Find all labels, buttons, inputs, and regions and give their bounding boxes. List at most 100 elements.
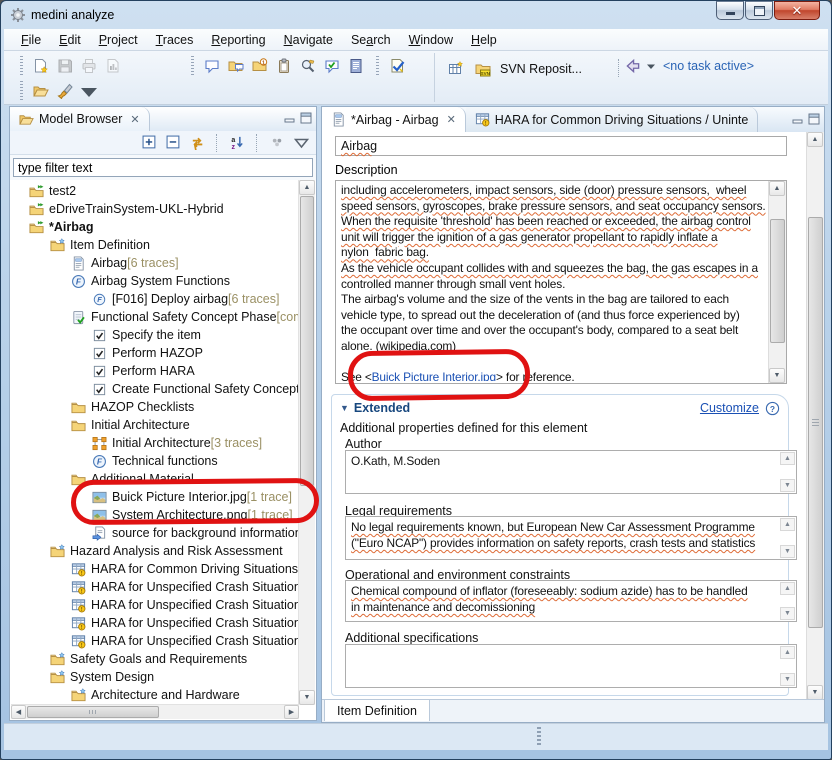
menu-traces[interactable]: Traces — [147, 31, 203, 49]
field-input-author[interactable]: O.Kath, M.Soden▲▼ — [345, 450, 797, 494]
tree-item[interactable]: !HARA for Unspecified Crash Situation — [11, 578, 299, 596]
description-scrollbar-thumb[interactable] — [770, 219, 785, 343]
scroll-down-icon[interactable]: ▼ — [780, 673, 795, 686]
task-check-icon[interactable] — [385, 55, 409, 77]
tree-item[interactable]: !HARA for Unspecified Crash Situation — [11, 632, 299, 650]
buick-picture-link[interactable]: Buick Picture Interior.jpg — [372, 370, 496, 381]
maximize-editor-icon[interactable] — [807, 112, 821, 126]
toolbar-drag-handle[interactable] — [376, 56, 379, 76]
scroll-up-icon[interactable]: ▲ — [780, 646, 795, 659]
task-selector[interactable]: <no task active> — [624, 58, 754, 74]
scroll-down-icon[interactable]: ▼ — [299, 690, 315, 705]
close-button[interactable]: ✕ — [774, 1, 820, 20]
description-scrollbar[interactable]: ▲ ▼ — [768, 181, 786, 383]
scroll-down-icon[interactable]: ▼ — [780, 607, 795, 620]
menu-reporting[interactable]: Reporting — [202, 31, 274, 49]
tree-item[interactable]: Item Definition — [11, 236, 299, 254]
tree-item[interactable]: System Design — [11, 668, 299, 686]
minimize-editor-icon[interactable] — [791, 112, 805, 126]
scroll-up-icon[interactable]: ▲ — [780, 452, 795, 465]
tree-item[interactable]: FTechnical functions — [11, 452, 299, 470]
tree-item[interactable]: Initial Architecture — [11, 416, 299, 434]
tree-item[interactable]: !HARA for Unspecified Crash Situation — [11, 596, 299, 614]
editor-tab[interactable]: *Airbag - Airbag✕ — [322, 107, 466, 132]
dots-menu-icon[interactable] — [266, 133, 288, 153]
tree-item[interactable]: Create Functional Safety Concept — [11, 380, 299, 398]
close-tab-icon[interactable]: ✕ — [447, 113, 456, 126]
report-icon[interactable] — [101, 55, 125, 77]
tree-item[interactable]: Additional Material — [11, 470, 299, 488]
model-browser-tab[interactable]: Model Browser ✕ — [10, 107, 150, 131]
scroll-up-icon[interactable]: ▲ — [299, 180, 315, 195]
filter-input[interactable] — [13, 158, 313, 177]
tree-item[interactable]: !HARA for Common Driving Situations — [11, 560, 299, 578]
scroll-up-icon[interactable]: ▲ — [780, 518, 795, 531]
help-icon[interactable]: ? — [765, 401, 780, 416]
section-collapse-icon[interactable]: ▼ — [340, 403, 349, 413]
minimize-view-icon[interactable] — [283, 111, 297, 125]
tree-item[interactable]: Airbag [6 traces] — [11, 254, 299, 272]
menu-project[interactable]: Project — [90, 31, 147, 49]
tree-item[interactable]: Buick Picture Interior.jpg [1 trace] — [11, 488, 299, 506]
expand-all-icon[interactable] — [138, 133, 160, 153]
clipboard-icon[interactable] — [272, 55, 296, 77]
close-view-icon[interactable]: ✕ — [130, 113, 139, 126]
editor-tab[interactable]: !HARA for Common Driving Situations / Un… — [466, 107, 759, 132]
maximize-view-icon[interactable] — [299, 111, 313, 125]
scroll-left-icon[interactable]: ◀ — [11, 705, 26, 719]
toolbar-drag-handle[interactable] — [20, 81, 23, 101]
save-icon[interactable] — [53, 55, 77, 77]
minimize-button[interactable] — [716, 1, 744, 20]
menu-file[interactable]: File — [12, 31, 50, 49]
comment-check-icon[interactable] — [320, 55, 344, 77]
tree-item[interactable]: Hazard Analysis and Risk Assessment — [11, 542, 299, 560]
editor-scrollbar-thumb[interactable] — [808, 217, 823, 628]
menu-help[interactable]: Help — [462, 31, 506, 49]
tree-item[interactable]: System Architecture.png [1 trace] — [11, 506, 299, 524]
customize-link[interactable]: Customize — [700, 401, 759, 415]
menu-window[interactable]: Window — [400, 31, 462, 49]
scroll-right-icon[interactable]: ▶ — [284, 705, 299, 719]
tree-item[interactable]: Initial Architecture [3 traces] — [11, 434, 299, 452]
folder-open-icon[interactable] — [29, 80, 53, 102]
svn-repository-button[interactable]: SVN SVN Reposit... — [444, 58, 582, 80]
scroll-up-icon[interactable]: ▲ — [769, 181, 785, 196]
scroll-up-icon[interactable]: ▲ — [780, 582, 795, 595]
tree-item[interactable]: test2 — [11, 182, 299, 200]
collapse-all-icon[interactable] — [162, 133, 184, 153]
tree-item[interactable]: HAZOP Checklists — [11, 398, 299, 416]
scroll-down-icon[interactable]: ▼ — [780, 479, 795, 492]
tree-scrollbar-thumb[interactable] — [300, 196, 314, 486]
menu-edit[interactable]: Edit — [50, 31, 90, 49]
scroll-down-icon[interactable]: ▼ — [807, 685, 823, 700]
tree-vertical-scrollbar[interactable]: ▲ ▼ — [298, 180, 315, 705]
name-input[interactable]: Airbag — [335, 136, 787, 156]
field-input-legal-requirements[interactable]: No legal requirements known, but Europea… — [345, 516, 797, 560]
scroll-down-icon[interactable]: ▼ — [780, 545, 795, 558]
folder-number-icon[interactable]: 1 — [248, 55, 272, 77]
item-definition-page-tab[interactable]: Item Definition — [324, 699, 430, 721]
menu-navigate[interactable]: Navigate — [275, 31, 342, 49]
description-textarea[interactable]: including accelerometers, impact sensors… — [335, 180, 787, 384]
tree-item[interactable]: *Airbag — [11, 218, 299, 236]
scroll-down-icon[interactable]: ▼ — [769, 368, 785, 383]
document-icon[interactable] — [344, 55, 368, 77]
toolbar-drag-handle[interactable] — [20, 56, 23, 76]
tree-item[interactable]: F[F016] Deploy airbag [6 traces] — [11, 290, 299, 308]
sort-az-icon[interactable]: az — [226, 133, 248, 153]
brush-icon[interactable] — [53, 80, 77, 102]
menu-search[interactable]: Search — [342, 31, 400, 49]
tree-item[interactable]: !HARA for Unspecified Crash Situation — [11, 614, 299, 632]
tree-item[interactable]: source for background information — [11, 524, 299, 542]
caret-icon[interactable] — [77, 80, 101, 102]
caret-icon[interactable] — [646, 61, 656, 71]
tree-horizontal-scrollbar[interactable]: ◀ ▶ — [11, 704, 299, 719]
review-icon[interactable] — [296, 55, 320, 77]
tree-item[interactable]: eDriveTrainSystem-UKL-Hybrid — [11, 200, 299, 218]
tree-item[interactable]: Safety Goals and Requirements — [11, 650, 299, 668]
comment-icon[interactable] — [200, 55, 224, 77]
tree-item[interactable]: Functional Safety Concept Phase [com — [11, 308, 299, 326]
tree-item[interactable]: Perform HAZOP — [11, 344, 299, 362]
editor-vertical-scrollbar[interactable]: ▲ ▼ — [806, 132, 824, 700]
new-wizard-icon[interactable] — [29, 55, 53, 77]
